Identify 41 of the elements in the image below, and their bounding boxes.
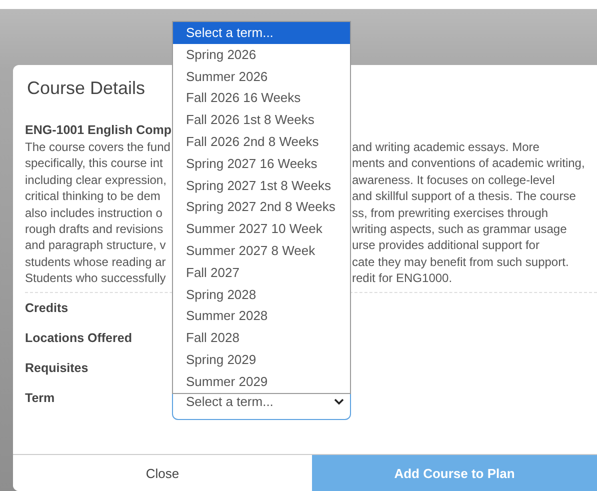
dropdown-option[interactable]: Fall 2026 1st 8 Weeks xyxy=(173,109,350,131)
description-text: specifically, this course int xyxy=(25,155,164,172)
field-label: Locations Offered xyxy=(25,330,133,347)
dropdown-option[interactable]: Fall 2027 xyxy=(173,262,350,284)
field-label: Term xyxy=(25,390,56,407)
description-text: awareness. It focuses on college-level xyxy=(352,172,556,188)
description-text: writing aspects, such as grammar usage xyxy=(352,221,568,238)
dropdown-option[interactable]: Spring 2028 xyxy=(173,284,350,306)
field-label: Requisites xyxy=(25,360,90,377)
description-text: cate they may benefit from such support. xyxy=(352,254,570,270)
dropdown-option[interactable]: Fall 2026 2nd 8 Weeks xyxy=(173,130,350,153)
description-text: urse provides additional support for xyxy=(352,237,540,254)
description-text: ments and conventions of academic writing, xyxy=(352,155,586,172)
dropdown-option[interactable]: Summer 2026 xyxy=(173,66,350,88)
dropdown-option[interactable]: Summer 2028 xyxy=(173,305,350,328)
dropdown-option[interactable]: Summer 2027 10 Week xyxy=(173,218,350,240)
dropdown-option[interactable]: Summer 2027 8 Week xyxy=(173,240,350,262)
dialog-title: Course Details xyxy=(27,78,146,98)
description-text: rough drafts and revisions xyxy=(25,221,164,238)
description-text: and paragraph structure, v xyxy=(25,237,167,254)
description-text: including clear expression, xyxy=(25,172,168,188)
dropdown-option[interactable]: Select a term... xyxy=(173,22,350,44)
description-text: and skillful support of a thesis. The course xyxy=(352,188,577,205)
dropdown-option[interactable]: Fall 2026 16 Weeks xyxy=(173,87,350,110)
description-text: and writing academic essays. More xyxy=(352,139,540,156)
description-text: critical thinking to be dem xyxy=(25,188,162,205)
dropdown-option[interactable]: Spring 2029 xyxy=(173,348,350,371)
dropdown-option[interactable]: Spring 2027 16 Weeks xyxy=(173,152,350,175)
dropdown-option[interactable]: Spring 2026 xyxy=(173,44,350,66)
description-text: redit for ENG1000. xyxy=(352,270,454,287)
dropdown-option[interactable]: Fall 2028 xyxy=(173,327,350,349)
description-text: The course covers the fund xyxy=(25,139,172,156)
course-title: ENG-1001 English Comp xyxy=(25,122,172,138)
description-text: ss, from prewriting exercises through xyxy=(352,204,550,222)
chevron-down-icon xyxy=(334,398,344,405)
field-label: Credits xyxy=(25,300,70,317)
description-text: Students who successfully xyxy=(25,270,167,287)
dropdown-option[interactable]: Spring 2027 2nd 8 Weeks xyxy=(173,196,350,218)
dropdown-option[interactable]: Spring 2027 1st 8 Weeks xyxy=(173,174,350,196)
description-text: students whose reading ar xyxy=(25,254,167,270)
description-text: also includes instruction o xyxy=(25,204,164,222)
